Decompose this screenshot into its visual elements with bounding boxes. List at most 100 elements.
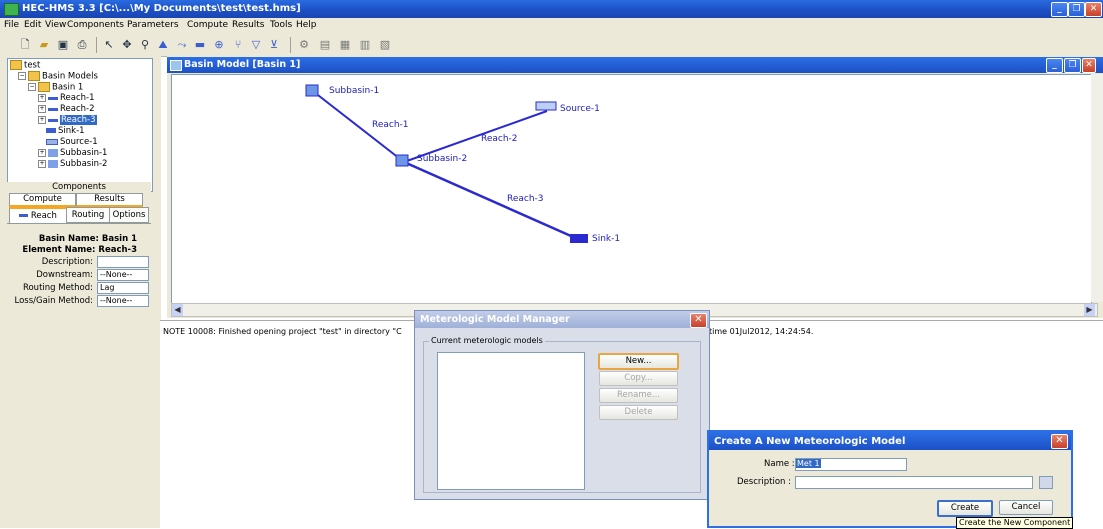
menu-results[interactable]: Results xyxy=(232,20,265,30)
print-icon[interactable]: ⎙ xyxy=(75,38,89,52)
tree-item-source-1[interactable]: Source-1 xyxy=(46,137,98,148)
open-folder-icon[interactable]: ▰ xyxy=(37,38,51,52)
tab-compute[interactable]: Compute xyxy=(9,193,76,207)
downstream-select[interactable]: --None-- xyxy=(97,269,149,281)
reach-icon xyxy=(48,119,58,122)
description-field[interactable] xyxy=(97,256,149,268)
met-copy-button[interactable]: Copy... xyxy=(599,371,678,386)
sink-tool-icon[interactable]: ⊻ xyxy=(267,38,281,52)
vertical-scrollbar[interactable] xyxy=(1091,74,1103,302)
source-tool-icon[interactable]: ▽ xyxy=(249,38,263,52)
window-title: HEC-HMS 3.3 [C:\...\My Documents\test\te… xyxy=(22,3,301,14)
source-1-label[interactable]: Source-1 xyxy=(560,104,600,114)
graph-icon[interactable]: ▤ xyxy=(318,38,332,52)
subbasin-1-icon[interactable] xyxy=(305,84,319,97)
met-rename-button[interactable]: Rename... xyxy=(599,388,678,403)
create-dialog-close-button[interactable]: ✕ xyxy=(1051,434,1068,449)
table-icon[interactable]: ▥ xyxy=(358,38,372,52)
met-models-list[interactable] xyxy=(437,352,585,490)
subbasin-2-icon[interactable] xyxy=(395,154,409,167)
reach-icon xyxy=(19,214,29,217)
summary-icon[interactable]: ▦ xyxy=(338,38,352,52)
menu-file[interactable]: File xyxy=(4,20,19,30)
name-input[interactable]: Met 1 xyxy=(795,458,907,471)
reach-2-label[interactable]: Reach-2 xyxy=(481,134,518,144)
source-1-icon[interactable] xyxy=(535,101,557,111)
met-delete-button[interactable]: Delete xyxy=(599,405,678,420)
basin-minimize-button[interactable]: _ xyxy=(1046,58,1063,73)
cancel-button[interactable]: Cancel xyxy=(999,500,1053,515)
routing-method-label: Routing Method: xyxy=(22,283,93,293)
subbasin-2-label[interactable]: Subbasin-2 xyxy=(417,154,467,164)
description-editor-icon[interactable] xyxy=(1039,476,1053,489)
reach-3-line[interactable] xyxy=(403,160,581,242)
scroll-left-icon[interactable]: ◀ xyxy=(172,304,183,316)
tree-item-reach-1[interactable]: + Reach-1 xyxy=(38,93,95,104)
loss-gain-select[interactable]: --None-- xyxy=(97,295,149,307)
tab-reach[interactable]: Reach xyxy=(9,207,67,224)
subbasin-tool-icon[interactable]: ⛰ xyxy=(156,38,170,52)
tree-item-reach-3[interactable]: + Reach-3 xyxy=(38,115,97,126)
tab-options[interactable]: Options xyxy=(109,207,149,223)
menu-view[interactable]: View xyxy=(45,20,66,30)
tree-item-subbasin-2[interactable]: + Subbasin-2 xyxy=(38,159,107,170)
reach-tool-icon[interactable]: ⤳ xyxy=(175,38,189,52)
met-new-button[interactable]: New... xyxy=(598,353,679,370)
compute-icon[interactable]: ⚙ xyxy=(297,38,311,52)
log-message-start: NOTE 10008: Finished opening project "te… xyxy=(163,327,402,336)
basin-icon xyxy=(170,60,182,71)
basin-map-canvas[interactable]: Subbasin-1 Subbasin-2 Source-1 Sink-1 Re… xyxy=(171,74,1092,304)
tree-basin-1[interactable]: − Basin 1 xyxy=(28,82,83,93)
basin-restore-button[interactable]: ❐ xyxy=(1064,58,1081,73)
tree-basin-models[interactable]: − Basin Models xyxy=(18,71,98,82)
arrow-tool-icon[interactable]: ↖ xyxy=(102,38,116,52)
tree-item-subbasin-1[interactable]: + Subbasin-1 xyxy=(38,148,107,159)
zoom-tool-icon[interactable]: ⚲ xyxy=(138,38,152,52)
menu-parameters[interactable]: Parameters xyxy=(127,20,179,30)
reach-icon xyxy=(48,97,58,100)
met-manager-close-button[interactable]: ✕ xyxy=(690,313,707,328)
loss-gain-label: Loss/Gain Method: xyxy=(14,296,94,306)
tab-results[interactable]: Results xyxy=(76,193,143,207)
tab-routing[interactable]: Routing xyxy=(66,207,110,223)
folder-icon xyxy=(28,71,40,81)
scroll-right-icon[interactable]: ▶ xyxy=(1084,304,1095,316)
routing-method-select[interactable]: Lag xyxy=(97,282,149,294)
menu-edit[interactable]: Edit xyxy=(24,20,41,30)
sink-1-icon[interactable] xyxy=(570,234,588,243)
toolbar-separator xyxy=(96,37,97,53)
source-icon xyxy=(46,138,58,145)
diversion-tool-icon[interactable]: ⑂ xyxy=(231,38,245,52)
reach-3-label[interactable]: Reach-3 xyxy=(507,194,544,204)
tab-components[interactable]: Components xyxy=(7,182,151,193)
reservoir-tool-icon[interactable]: ▬ xyxy=(193,38,207,52)
watershed-explorer-tree[interactable]: test − Basin Models − Basin 1 + Reach-1 + Re… xyxy=(7,58,153,192)
menu-bar: File Edit View Components Parameters Com… xyxy=(0,18,1103,34)
description-input[interactable] xyxy=(795,476,1033,489)
app-icon xyxy=(4,3,19,16)
menu-tools[interactable]: Tools xyxy=(270,20,292,30)
menu-components[interactable]: Components xyxy=(67,20,124,30)
tree-root[interactable]: test xyxy=(10,60,40,71)
met-model-manager-dialog: Meterologic Model Manager ✕ Current mete… xyxy=(414,310,710,500)
subbasin-1-label[interactable]: Subbasin-1 xyxy=(329,86,379,96)
basin-close-button[interactable]: ✕ xyxy=(1082,58,1096,73)
tree-item-reach-2[interactable]: + Reach-2 xyxy=(38,104,95,115)
minimize-button[interactable]: _ xyxy=(1051,2,1068,17)
junction-tool-icon[interactable]: ⊕ xyxy=(212,38,226,52)
menu-compute[interactable]: Compute xyxy=(187,20,228,30)
create-button[interactable]: Create xyxy=(937,500,993,517)
downstream-label: Downstream: xyxy=(36,270,93,280)
sink-1-label[interactable]: Sink-1 xyxy=(592,234,620,244)
results-icon[interactable]: ▧ xyxy=(378,38,392,52)
move-tool-icon[interactable]: ✥ xyxy=(120,38,134,52)
close-button[interactable]: ✕ xyxy=(1085,2,1102,17)
restore-button[interactable]: ❐ xyxy=(1068,2,1085,17)
save-icon[interactable]: ▣ xyxy=(56,38,70,52)
new-file-icon[interactable]: 🗋 xyxy=(18,38,32,52)
reach-1-label[interactable]: Reach-1 xyxy=(372,120,409,130)
menu-help[interactable]: Help xyxy=(296,20,317,30)
basin-window-title: Basin Model [Basin 1] xyxy=(184,59,301,70)
tree-item-sink-1[interactable]: Sink-1 xyxy=(46,126,85,137)
met-models-group-label: Current meterologic models xyxy=(429,336,545,345)
